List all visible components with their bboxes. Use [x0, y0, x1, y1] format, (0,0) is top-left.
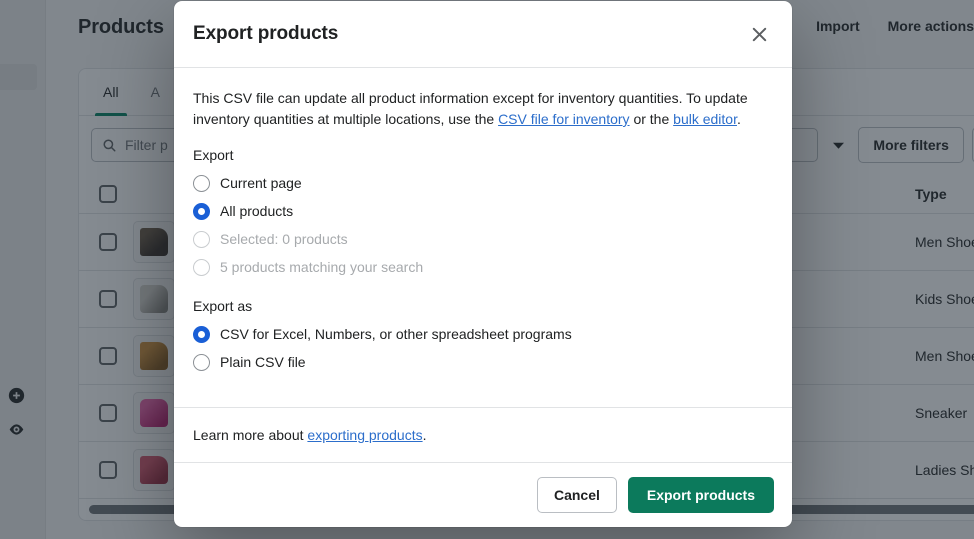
- radio-indicator: [193, 325, 210, 343]
- radio-option-matching-search: 5 products matching your search: [193, 253, 773, 281]
- close-button[interactable]: [744, 19, 774, 49]
- learn-more-section: Learn more about exporting products.: [174, 407, 792, 462]
- export-scope-group: Export Current page All products Selecte…: [193, 147, 773, 281]
- radio-indicator: [193, 353, 210, 371]
- radio-indicator: [193, 202, 210, 220]
- modal-header: Export products: [174, 1, 792, 68]
- description-part2: or the: [629, 111, 674, 127]
- radio-label: 5 products matching your search: [220, 259, 424, 275]
- close-icon: [752, 27, 766, 41]
- export-products-modal: Export products This CSV file can update…: [174, 1, 792, 527]
- radio-label: Current page: [220, 175, 302, 191]
- bulk-editor-link[interactable]: bulk editor: [673, 111, 737, 127]
- description-part3: .: [736, 111, 741, 127]
- modal-title: Export products: [193, 23, 339, 44]
- modal-body: This CSV file can update all product inf…: [174, 68, 792, 407]
- radio-indicator: [193, 258, 210, 276]
- radio-indicator: [193, 230, 210, 248]
- export-group-label: Export: [193, 147, 234, 163]
- cancel-button[interactable]: Cancel: [536, 477, 617, 513]
- radio-option-selected-products: Selected: 0 products: [193, 225, 773, 253]
- radio-option-plain-csv[interactable]: Plain CSV file: [193, 348, 773, 376]
- export-as-group-label: Export as: [193, 298, 253, 314]
- exporting-products-link[interactable]: exporting products: [307, 427, 422, 443]
- radio-label: Plain CSV file: [220, 354, 306, 370]
- radio-label: All products: [220, 203, 294, 219]
- learn-more-suffix: .: [422, 427, 427, 443]
- radio-option-current-page[interactable]: Current page: [193, 169, 773, 197]
- radio-label: CSV for Excel, Numbers, or other spreads…: [220, 326, 572, 342]
- modal-description: This CSV file can update all product inf…: [193, 88, 757, 130]
- radio-label: Selected: 0 products: [220, 231, 348, 247]
- learn-more-prefix: Learn more about: [193, 427, 308, 443]
- csv-file-for-inventory-link[interactable]: CSV file for inventory: [498, 111, 630, 127]
- radio-option-all-products[interactable]: All products: [193, 197, 773, 225]
- radio-indicator: [193, 174, 210, 192]
- export-format-group: Export as CSV for Excel, Numbers, or oth…: [193, 298, 773, 376]
- export-products-button[interactable]: Export products: [627, 477, 774, 513]
- modal-footer: Cancel Export products: [174, 462, 792, 527]
- radio-option-csv-for-excel[interactable]: CSV for Excel, Numbers, or other spreads…: [193, 320, 773, 348]
